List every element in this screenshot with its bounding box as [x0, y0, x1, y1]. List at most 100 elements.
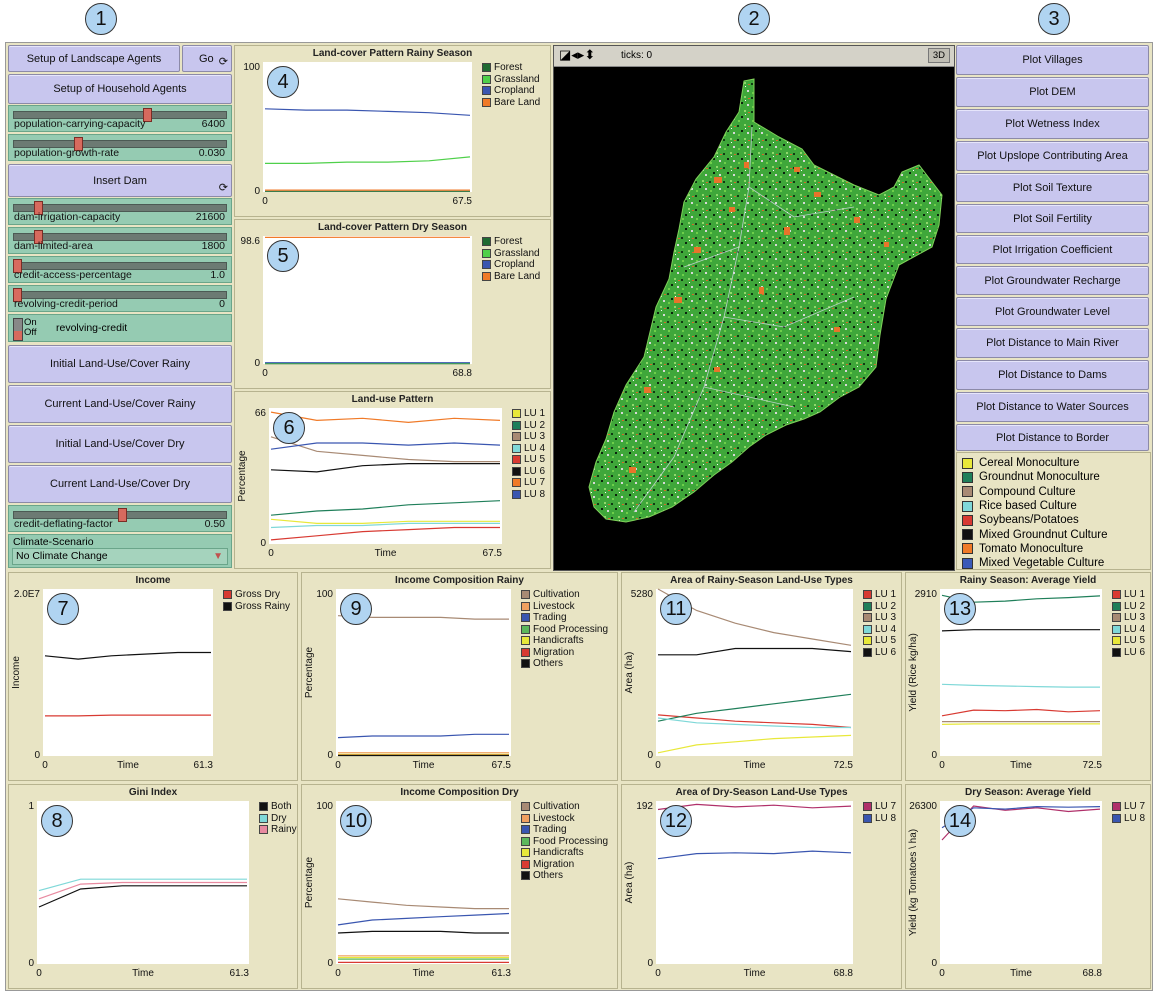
plot-distance-dams-button[interactable]: Plot Distance to Dams: [956, 360, 1149, 390]
slider-revolving-credit-period[interactable]: revolving-credit-period 0: [8, 285, 232, 312]
slider-value: 0.030: [198, 147, 225, 159]
legend-item: Cultivation: [521, 589, 608, 601]
plot-soil-texture-button[interactable]: Plot Soil Texture: [956, 173, 1149, 202]
legend-item: LU 4: [1112, 624, 1145, 636]
legend-label: LU 7: [524, 477, 546, 489]
plot-villages-button[interactable]: Plot Villages: [956, 45, 1149, 75]
legend-swatch: [962, 529, 973, 541]
insert-dam-button[interactable]: Insert Dam ⟳: [8, 164, 232, 197]
3d-button[interactable]: 3D: [927, 48, 950, 63]
x-tick-label: 0: [335, 760, 341, 771]
legend-label: Grassland: [494, 73, 540, 85]
plot-distance-main-river-button[interactable]: Plot Distance to Main River: [956, 328, 1149, 358]
legend-item: Livestock: [521, 601, 608, 613]
y-tick-label: 0: [647, 750, 653, 761]
slider-knob[interactable]: [117, 508, 127, 522]
chooser-label: Climate-Scenario: [13, 536, 94, 548]
initial-landuse-rainy-button[interactable]: Initial Land-Use/Cover Rainy: [8, 345, 232, 383]
y-tick-label: 100: [243, 62, 260, 73]
chooser-value: No Climate Change: [16, 550, 108, 562]
switch-off-label: Off: [24, 327, 37, 338]
x-axis-label: Time: [117, 760, 139, 771]
plot-upslope-area-button[interactable]: Plot Upslope Contributing Area: [956, 141, 1149, 171]
setup-landscape-button[interactable]: Setup of Landscape Agents: [8, 45, 180, 72]
legend-label: Livestock: [533, 812, 575, 824]
revolving-credit-switch[interactable]: On Off revolving-credit: [8, 314, 232, 342]
legend-label: Trading: [533, 824, 567, 836]
plot-distance-border-button[interactable]: Plot Distance to Border: [956, 424, 1149, 451]
slider-credit-access-percentage[interactable]: credit-access-percentage 1.0: [8, 256, 232, 283]
legend-label: LU 2: [875, 600, 897, 612]
go-button[interactable]: Go ⟳: [182, 45, 232, 72]
y-tick-label: 0: [647, 958, 653, 969]
initial-landuse-dry-button[interactable]: Initial Land-Use/Cover Dry: [8, 425, 232, 463]
plot-legend: Forest Grassland Cropland Bare Land: [482, 62, 540, 108]
plot-legend: Both Dry Rainy: [259, 801, 297, 836]
plot-irrigation-coefficient-button[interactable]: Plot Irrigation Coefficient: [956, 235, 1149, 264]
legend-label: LU 5: [524, 454, 546, 466]
legend-label: Mixed Vegetable Culture: [979, 557, 1105, 570]
plot-groundwater-level-button[interactable]: Plot Groundwater Level: [956, 297, 1149, 326]
legend-label: Food Processing: [533, 835, 609, 847]
legend-item: Migration: [521, 647, 608, 659]
slider-dam-irrigation-capacity[interactable]: dam-irrigation-capacity 21600: [8, 198, 232, 225]
x-axis-label: Time: [413, 760, 435, 771]
world-view[interactable]: ◪◂▸⬍ ticks: 0 3D: [553, 45, 955, 571]
chooser-select[interactable]: No Climate Change ▼: [12, 548, 228, 565]
callout-11: 11: [660, 593, 692, 625]
legend-item: Mixed Vegetable Culture: [957, 556, 1150, 570]
plot-dem-button[interactable]: Plot DEM: [956, 77, 1149, 107]
plot-yield-rainy: Rainy Season: Average Yield 2910 0 0 72.5 Tim…: [905, 572, 1151, 781]
plot-groundwater-recharge-button[interactable]: Plot Groundwater Recharge: [956, 266, 1149, 295]
plot-gini: Gini Index 1 0 0 61.3 Time Both Dry Rainy 8: [8, 784, 298, 989]
y-tick-label: 2.0E7: [14, 589, 41, 600]
slider-credit-deflating-factor[interactable]: credit-deflating-factor 0.50: [8, 505, 232, 532]
legend-item: Both: [259, 801, 297, 813]
legend-swatch: [521, 802, 530, 812]
plot-wetness-index-button[interactable]: Plot Wetness Index: [956, 109, 1149, 139]
legend-label: Migration: [533, 646, 575, 658]
legend-label: LU 1: [875, 589, 897, 601]
callout-7: 7: [47, 593, 79, 625]
plot-lu-pattern: Land-use Pattern 66 0 0 67.5 Time Percentage LU…: [234, 391, 551, 569]
legend-item: LU 8: [1112, 813, 1145, 825]
legend-swatch: [223, 590, 232, 600]
x-tick-label: 72.5: [1083, 760, 1103, 771]
slider-value: 0.50: [204, 518, 225, 530]
slider-population-growth-rate[interactable]: population-growth-rate 0.030: [8, 134, 232, 161]
climate-scenario-chooser[interactable]: Climate-Scenario No Climate Change ▼: [8, 534, 232, 568]
y-tick-label: 0: [254, 358, 260, 369]
x-tick-label: 0: [655, 968, 661, 979]
x-tick-label: 0: [655, 760, 661, 771]
plot-legend: Gross Dry Gross Rainy: [223, 589, 290, 612]
plot-soil-fertility-button[interactable]: Plot Soil Fertility: [956, 204, 1149, 233]
switch-toggle[interactable]: [13, 318, 23, 341]
legend-item: LU 1: [1112, 589, 1145, 601]
legend-item: Others: [521, 658, 608, 670]
slider-dam-limited-area[interactable]: dam-limited-area 1800: [8, 227, 232, 254]
legend-swatch: [482, 271, 491, 281]
y-tick-label: 100: [316, 801, 333, 812]
view-nav-icon[interactable]: ◪◂▸⬍: [559, 47, 595, 63]
current-landuse-dry-button[interactable]: Current Land-Use/Cover Dry: [8, 465, 232, 503]
plot-distance-water-sources-button[interactable]: Plot Distance to Water Sources: [956, 392, 1149, 422]
landscape-map: [588, 78, 943, 523]
legend-swatch: [863, 813, 872, 823]
legend-label: Mixed Groundnut Culture: [979, 528, 1108, 541]
slider-value: 21600: [195, 211, 225, 223]
legend-item: Compound Culture: [957, 485, 1150, 499]
y-tick-label: 100: [316, 589, 333, 600]
legend-swatch: [512, 409, 521, 419]
legend-label: Both: [271, 801, 292, 813]
legend-swatch: [259, 802, 268, 812]
setup-household-button[interactable]: Setup of Household Agents: [8, 74, 232, 104]
ticks-label: ticks: 0: [621, 50, 653, 61]
x-tick-label: 61.3: [492, 968, 512, 979]
legend-swatch: [482, 74, 491, 84]
legend-swatch: [512, 443, 521, 453]
callout-5: 5: [267, 240, 299, 272]
slider-population-carrying-capacity[interactable]: population-carrying-capacity 6400: [8, 105, 232, 132]
legend-item: LU 3: [863, 612, 896, 624]
legend-label: LU 6: [875, 646, 897, 658]
current-landuse-rainy-button[interactable]: Current Land-Use/Cover Rainy: [8, 385, 232, 423]
